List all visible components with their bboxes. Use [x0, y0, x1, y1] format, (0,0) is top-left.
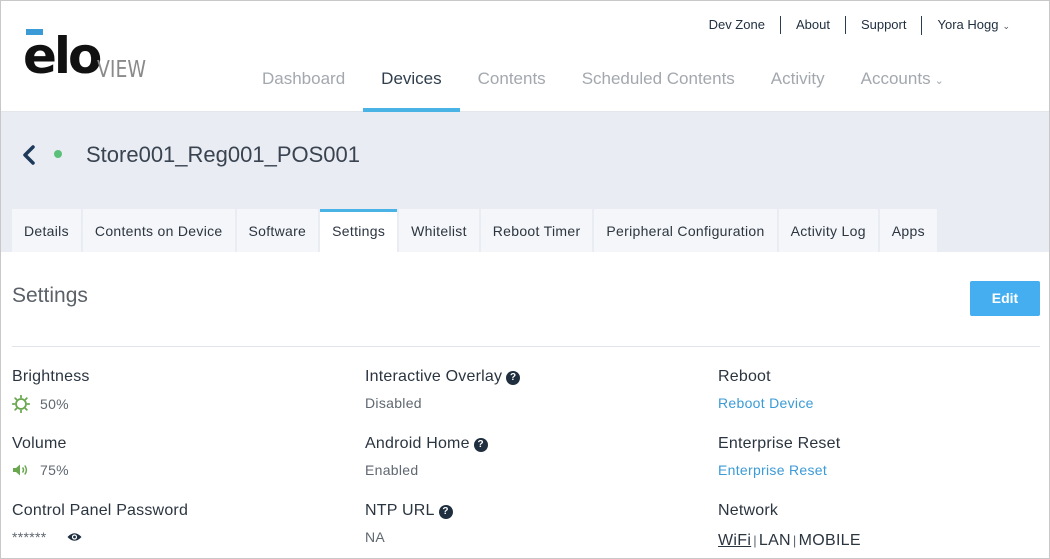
android-home-label-row: Android Home?: [365, 435, 685, 453]
app-window: elo VIEW Dev Zone About Support Yora Hog…: [0, 0, 1050, 559]
volume-value-row: 75%: [12, 462, 332, 478]
device-tabs: Details Contents on Device Software Sett…: [12, 209, 939, 252]
device-name: Store001_Reg001_POS001: [86, 142, 360, 167]
about-link[interactable]: About: [779, 16, 845, 34]
tab-details[interactable]: Details: [12, 209, 81, 252]
tab-settings[interactable]: Settings: [320, 209, 398, 252]
nav-accounts-label: Accounts: [860, 69, 931, 88]
ntp-url-field: NTP URL? NA: [365, 502, 685, 545]
network-options: WiFi | LAN | MOBILE: [718, 532, 1038, 550]
tab-apps[interactable]: Apps: [879, 209, 937, 252]
brightness-value-row: 50%: [12, 395, 332, 413]
interactive-overlay-label-row: Interactive Overlay?: [365, 368, 685, 386]
separator: |: [792, 533, 797, 548]
main-nav: Dashboard Devices Contents Scheduled Con…: [244, 59, 962, 112]
section-title: Settings: [12, 284, 88, 307]
chevron-down-icon: ⌄: [1002, 20, 1010, 31]
nav-scheduled-contents[interactable]: Scheduled Contents: [564, 59, 753, 112]
volume-label: Volume: [12, 435, 67, 452]
reboot-device-link[interactable]: Reboot Device: [718, 395, 1038, 411]
network-field: Network WiFi | LAN | MOBILE: [718, 502, 1038, 550]
android-home-value: Enabled: [365, 462, 419, 478]
enterprise-reset-link[interactable]: Enterprise Reset: [718, 462, 1038, 478]
help-icon[interactable]: ?: [473, 438, 488, 452]
help-icon[interactable]: ?: [438, 505, 453, 519]
back-icon[interactable]: [21, 144, 41, 166]
volume-icon: [13, 464, 28, 476]
nav-devices[interactable]: Devices: [363, 59, 461, 112]
tab-software[interactable]: Software: [236, 209, 319, 252]
ntp-url-label: NTP URL: [365, 502, 435, 519]
user-name: Yora Hogg: [937, 16, 999, 32]
tab-peripheral-configuration[interactable]: Peripheral Configuration: [594, 209, 777, 252]
interactive-overlay-value: Disabled: [365, 395, 422, 411]
nav-contents[interactable]: Contents: [460, 59, 564, 112]
volume-value: 75%: [40, 462, 69, 478]
brightness-icon: [12, 395, 30, 413]
divider: [12, 346, 1040, 347]
tab-whitelist[interactable]: Whitelist: [399, 209, 479, 252]
separator: |: [753, 533, 757, 548]
user-menu[interactable]: Yora Hogg ⌄: [921, 15, 1025, 35]
network-label: Network: [718, 502, 779, 519]
online-status-icon: [54, 150, 62, 158]
brightness-field: Brightness 50%: [12, 368, 332, 413]
tab-contents-on-device[interactable]: Contents on Device: [82, 209, 235, 252]
network-option-wifi[interactable]: WiFi: [718, 532, 751, 549]
brightness-value: 50%: [40, 396, 69, 412]
logo-brand: elo: [23, 27, 102, 85]
nav-dashboard[interactable]: Dashboard: [244, 59, 363, 112]
enterprise-reset-field: Enterprise Reset Enterprise Reset: [718, 435, 1038, 478]
nav-accounts[interactable]: Accounts ⌄: [843, 59, 962, 112]
support-link[interactable]: Support: [844, 16, 922, 34]
reboot-label: Reboot: [718, 368, 771, 385]
password-label: Control Panel Password: [12, 502, 189, 519]
ntp-url-value: NA: [365, 529, 386, 545]
edit-button[interactable]: Edit: [970, 281, 1040, 316]
elo-view-logo[interactable]: elo VIEW: [23, 27, 163, 87]
logo-product: VIEW: [97, 57, 147, 83]
chevron-down-icon: ⌄: [934, 75, 944, 87]
network-option-mobile[interactable]: MOBILE: [799, 532, 861, 549]
header: elo VIEW Dev Zone About Support Yora Hog…: [1, 1, 1049, 112]
network-option-lan[interactable]: LAN: [759, 532, 791, 549]
device-header: Store001_Reg001_POS001 Details Contents …: [1, 112, 1049, 252]
nav-activity[interactable]: Activity: [753, 59, 843, 112]
dev-zone-link[interactable]: Dev Zone: [694, 16, 780, 34]
android-home-field: Android Home? Enabled: [365, 435, 685, 478]
password-field: Control Panel Password ******: [12, 502, 332, 545]
interactive-overlay-field: Interactive Overlay? Disabled: [365, 368, 685, 411]
android-home-label: Android Home: [365, 435, 470, 452]
enterprise-reset-label: Enterprise Reset: [718, 435, 841, 452]
help-icon[interactable]: ?: [506, 371, 521, 385]
brightness-label: Brightness: [12, 368, 90, 385]
eye-icon[interactable]: [67, 532, 82, 542]
tab-activity-log[interactable]: Activity Log: [778, 209, 878, 252]
ntp-url-label-row: NTP URL?: [365, 502, 685, 520]
reboot-field: Reboot Reboot Device: [718, 368, 1038, 411]
tab-reboot-timer[interactable]: Reboot Timer: [480, 209, 593, 252]
password-value: ******: [12, 529, 47, 545]
interactive-overlay-label: Interactive Overlay: [365, 368, 503, 385]
volume-field: Volume 75%: [12, 435, 332, 478]
password-value-row: ******: [12, 529, 332, 545]
top-links: Dev Zone About Support Yora Hogg ⌄: [694, 15, 1025, 35]
settings-panel: Settings Edit Brightness 50% Volume 75% …: [1, 252, 1049, 558]
